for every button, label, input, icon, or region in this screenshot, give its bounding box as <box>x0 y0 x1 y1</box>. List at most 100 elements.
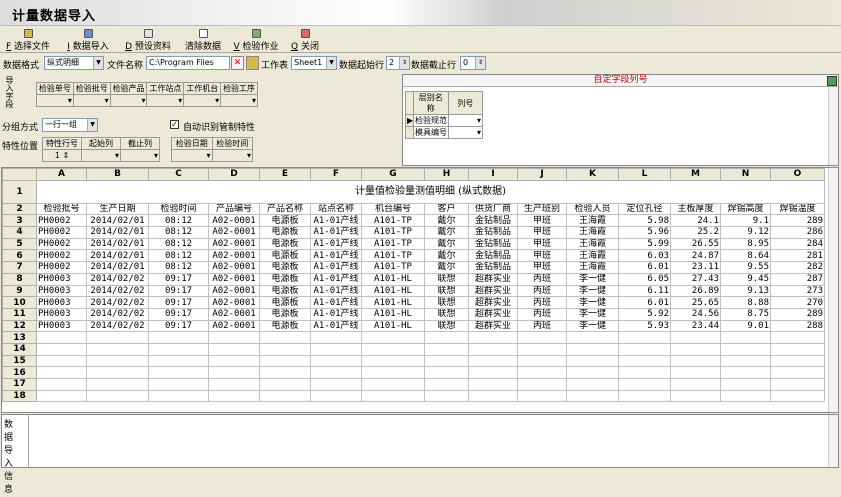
header-cell[interactable]: 产品名称 <box>259 202 311 216</box>
data-cell[interactable]: A101-HL <box>361 296 425 309</box>
data-cell[interactable]: 08:12 <box>148 261 209 274</box>
spreadsheet-grid[interactable]: A B C D E F G H I J K L M N O 1 计量值检验量测值明细 (纵式数据) 2 检验批号 生产… <box>1 167 839 413</box>
data-cell[interactable]: 联想 <box>424 272 469 286</box>
empty-cell[interactable] <box>517 378 567 391</box>
data-cell[interactable]: 联想 <box>424 284 469 298</box>
empty-cell[interactable] <box>670 354 721 368</box>
header-cell[interactable]: 机台编号 <box>361 202 425 216</box>
data-cell[interactable]: 2014/02/01 <box>86 237 149 251</box>
column-header[interactable]: M <box>670 168 721 181</box>
empty-cell[interactable] <box>517 389 567 403</box>
column-header[interactable]: I <box>468 168 518 181</box>
data-cell[interactable]: A1-01产线 <box>310 261 362 274</box>
column-header[interactable]: N <box>720 168 771 181</box>
data-cell[interactable]: 电源板 <box>259 307 311 321</box>
data-cell[interactable]: 2014/02/01 <box>86 226 149 239</box>
data-cell[interactable]: 金钻制品 <box>468 214 518 228</box>
data-cell[interactable]: PH0002 <box>36 237 87 251</box>
empty-cell[interactable] <box>148 378 209 391</box>
data-cell[interactable]: 08:12 <box>148 214 209 228</box>
data-cell[interactable]: A1-01产线 <box>310 249 362 263</box>
data-cell[interactable]: 281 <box>770 249 825 263</box>
empty-cell[interactable] <box>566 342 619 356</box>
data-cell[interactable]: A101-TP <box>361 226 425 239</box>
corner-cell[interactable] <box>2 168 37 181</box>
data-cell[interactable]: A101-HL <box>361 319 425 333</box>
data-cell[interactable]: PH0003 <box>36 307 87 321</box>
data-cell[interactable]: A02-0001 <box>208 272 260 286</box>
data-cell[interactable]: 电源板 <box>259 272 311 286</box>
browse-folder-icon[interactable] <box>246 56 259 70</box>
data-cell[interactable]: 李一健 <box>566 272 619 286</box>
empty-cell[interactable] <box>361 366 425 379</box>
empty-cell[interactable] <box>310 366 362 379</box>
data-cell[interactable]: 5.98 <box>618 214 671 228</box>
custom-field-name[interactable]: 检验规范 <box>413 114 449 127</box>
data-cell[interactable]: 电源板 <box>259 237 311 251</box>
data-cell[interactable]: 戴尔 <box>424 249 469 263</box>
empty-cell[interactable] <box>148 366 209 379</box>
column-header[interactable]: J <box>517 168 567 181</box>
data-cell[interactable]: 丙班 <box>517 319 567 333</box>
data-cell[interactable]: 9.1 <box>720 214 771 228</box>
data-cell[interactable]: 286 <box>770 226 825 239</box>
clear-path-icon[interactable]: ✕ <box>231 56 244 70</box>
row-header[interactable]: 11 <box>2 307 37 321</box>
data-cell[interactable]: 26.89 <box>670 284 721 298</box>
empty-cell[interactable] <box>259 342 311 356</box>
field-col-select[interactable]: ▾ <box>72 94 111 107</box>
data-cell[interactable]: 08:12 <box>148 226 209 239</box>
empty-cell[interactable] <box>361 331 425 344</box>
data-cell[interactable]: 09:17 <box>148 319 209 333</box>
data-cell[interactable]: 24.56 <box>670 307 721 321</box>
data-cell[interactable]: A1-01产线 <box>310 214 362 228</box>
empty-cell[interactable] <box>468 331 518 344</box>
data-cell[interactable]: 5.99 <box>618 237 671 251</box>
data-cell[interactable]: A1-01产线 <box>310 272 362 286</box>
data-cell[interactable]: A101-HL <box>361 272 425 286</box>
field-col-select[interactable]: ▾ <box>109 94 148 107</box>
empty-cell[interactable] <box>310 331 362 344</box>
data-cell[interactable]: 戴尔 <box>424 226 469 239</box>
data-cell[interactable]: 270 <box>770 296 825 309</box>
empty-cell[interactable] <box>36 342 87 356</box>
grid-vertical-scrollbar[interactable] <box>828 168 838 412</box>
data-cell[interactable]: PH0002 <box>36 226 87 239</box>
data-cell[interactable]: 09:17 <box>148 284 209 298</box>
header-cell[interactable]: 供货厂商 <box>468 202 518 216</box>
data-cell[interactable]: 2014/02/02 <box>86 319 149 333</box>
data-cell[interactable]: A101-TP <box>361 237 425 251</box>
data-cell[interactable]: 25.2 <box>670 226 721 239</box>
data-cell[interactable]: A02-0001 <box>208 307 260 321</box>
data-cell[interactable]: 超群实业 <box>468 272 518 286</box>
empty-cell[interactable] <box>670 366 721 379</box>
data-cell[interactable]: A1-01产线 <box>310 226 362 239</box>
data-cell[interactable]: 2014/02/01 <box>86 249 149 263</box>
data-cell[interactable]: 09:17 <box>148 307 209 321</box>
data-cell[interactable]: A101-HL <box>361 307 425 321</box>
data-cell[interactable]: A02-0001 <box>208 226 260 239</box>
data-cell[interactable]: 8.88 <box>720 296 771 309</box>
end-row-stepper[interactable]: 0 ⇕ <box>460 56 486 70</box>
data-cell[interactable]: 6.03 <box>618 249 671 263</box>
empty-cell[interactable] <box>720 342 771 356</box>
empty-cell[interactable] <box>36 331 87 344</box>
data-cell[interactable]: 9.55 <box>720 261 771 274</box>
empty-cell[interactable] <box>670 331 721 344</box>
data-cell[interactable]: 5.92 <box>618 307 671 321</box>
row-header[interactable]: 14 <box>2 342 37 356</box>
row-header[interactable]: 3 <box>2 214 37 228</box>
data-cell[interactable]: 电源板 <box>259 319 311 333</box>
empty-cell[interactable] <box>424 389 469 403</box>
data-cell[interactable]: 戴尔 <box>424 214 469 228</box>
char-row-stepper[interactable]: 1 ⇕ <box>42 149 82 162</box>
data-cell[interactable]: 王海霞 <box>566 249 619 263</box>
data-cell[interactable]: 超群实业 <box>468 296 518 309</box>
row-header[interactable]: 16 <box>2 366 37 379</box>
empty-cell[interactable] <box>361 354 425 368</box>
empty-cell[interactable] <box>424 366 469 379</box>
data-cell[interactable]: 2014/02/02 <box>86 272 149 286</box>
import-data-button[interactable]: I 数据导入 <box>62 27 114 52</box>
data-cell[interactable]: 24.1 <box>670 214 721 228</box>
data-cell[interactable]: 王海霞 <box>566 237 619 251</box>
